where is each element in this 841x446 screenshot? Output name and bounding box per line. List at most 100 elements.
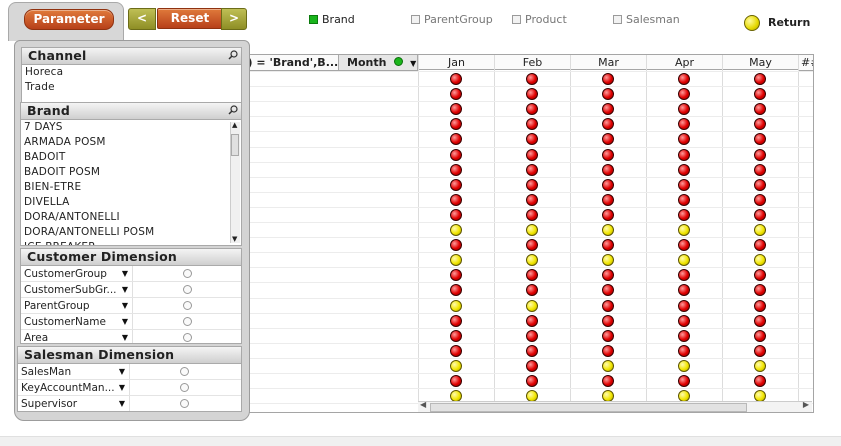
red-status-icon bbox=[754, 133, 766, 145]
dimension-dropdown[interactable]: Supervisor ▼ bbox=[18, 396, 130, 411]
red-status-icon bbox=[526, 149, 538, 161]
list-item[interactable]: BADOIT POSM bbox=[21, 165, 241, 180]
list-item[interactable]: BIEN-ETRE bbox=[21, 180, 241, 195]
red-status-icon bbox=[450, 103, 462, 115]
red-status-icon bbox=[754, 300, 766, 312]
prev-button[interactable]: < bbox=[128, 8, 156, 30]
dimension-dropdown[interactable]: Area ▼ bbox=[21, 330, 133, 343]
list-item[interactable]: BADOIT bbox=[21, 150, 241, 165]
dimension-dropdown[interactable]: SalesMan ▼ bbox=[18, 364, 130, 379]
chevron-down-icon[interactable]: ▼ bbox=[122, 317, 128, 326]
month-header-4[interactable]: May bbox=[722, 55, 798, 70]
month-header-0[interactable]: Jan bbox=[418, 55, 494, 70]
list-item[interactable]: DORA/ANTONELLI POSM bbox=[21, 225, 241, 240]
scroll-up-icon[interactable]: ▲ bbox=[232, 121, 237, 129]
list-item[interactable]: ARMADA POSM bbox=[21, 135, 241, 150]
row-divider bbox=[238, 207, 813, 208]
parameter-button[interactable]: Parameter bbox=[24, 9, 114, 30]
brand-title: Brand bbox=[21, 103, 241, 120]
red-status-icon bbox=[602, 375, 614, 387]
dimension-dropdown[interactable]: ParentGroup ▼ bbox=[21, 298, 133, 313]
dimension-row: CustomerGroup ▼ bbox=[21, 266, 241, 282]
list-item[interactable]: DORA/ANTONELLI bbox=[21, 210, 241, 225]
red-status-icon bbox=[602, 133, 614, 145]
radio-button[interactable] bbox=[183, 301, 192, 310]
list-item[interactable]: ICE BREAKER bbox=[21, 240, 241, 245]
radio-button[interactable] bbox=[180, 383, 189, 392]
month-header-3[interactable]: Apr bbox=[646, 55, 722, 70]
list-item[interactable]: 7 DAYS bbox=[21, 120, 241, 135]
radio-button[interactable] bbox=[183, 333, 192, 342]
expression-header: o) = 'Brand',B... bbox=[240, 56, 339, 69]
red-status-icon bbox=[678, 239, 690, 251]
red-status-icon bbox=[450, 88, 462, 100]
red-status-icon bbox=[450, 345, 462, 357]
legend-label: Product bbox=[525, 13, 567, 26]
scrollbar-thumb[interactable] bbox=[231, 134, 239, 156]
red-status-icon bbox=[678, 330, 690, 342]
red-status-icon bbox=[678, 149, 690, 161]
chevron-down-icon[interactable]: ▼ bbox=[119, 367, 125, 376]
month-header-2[interactable]: Mar bbox=[570, 55, 646, 70]
reset-button[interactable]: Reset bbox=[157, 8, 223, 29]
channel-title: Channel bbox=[22, 48, 241, 65]
red-status-icon bbox=[602, 345, 614, 357]
list-item[interactable]: Trade bbox=[22, 80, 241, 95]
dimension-dropdown[interactable]: CustomerGroup ▼ bbox=[21, 266, 133, 281]
legend-product[interactable]: Product bbox=[512, 13, 567, 26]
red-status-icon bbox=[754, 149, 766, 161]
radio-button[interactable] bbox=[183, 317, 192, 326]
row-divider bbox=[238, 86, 813, 87]
dimension-dropdown[interactable]: CustomerName ▼ bbox=[21, 314, 133, 329]
dimension-dropdown[interactable]: CustomerSubGr... ▼ bbox=[21, 282, 133, 297]
legend-label: ParentGroup bbox=[424, 13, 493, 26]
dimension-label: CustomerGroup bbox=[24, 267, 107, 280]
red-status-icon bbox=[526, 118, 538, 130]
dimension-dropdown[interactable]: KeyAccountMan... ▼ bbox=[18, 380, 130, 395]
red-status-icon bbox=[602, 239, 614, 251]
red-status-icon bbox=[678, 209, 690, 221]
chevron-down-icon[interactable]: ▼ bbox=[122, 269, 128, 278]
row-divider bbox=[238, 237, 813, 238]
red-status-icon bbox=[754, 88, 766, 100]
search-icon[interactable] bbox=[228, 50, 238, 60]
scroll-left-icon[interactable]: ◀ bbox=[420, 400, 426, 409]
yellow-status-icon bbox=[602, 254, 614, 266]
chevron-down-icon[interactable]: ▼ bbox=[122, 301, 128, 310]
row-divider bbox=[238, 328, 813, 329]
month-dimension-header[interactable]: Month ▼ bbox=[338, 55, 418, 70]
red-status-icon bbox=[526, 164, 538, 176]
row-divider bbox=[238, 71, 813, 72]
chevron-down-icon[interactable]: ▼ bbox=[119, 399, 125, 408]
legend-brand[interactable]: Brand bbox=[309, 13, 355, 26]
row-divider bbox=[238, 252, 813, 253]
search-icon[interactable] bbox=[228, 105, 238, 115]
scroll-right-icon[interactable]: ▶ bbox=[803, 400, 809, 409]
yellow-status-icon bbox=[754, 224, 766, 236]
legend-salesman[interactable]: Salesman bbox=[613, 13, 680, 26]
chevron-down-icon[interactable]: ▼ bbox=[122, 285, 128, 294]
scrollbar-thumb[interactable] bbox=[430, 403, 747, 412]
row-divider bbox=[238, 282, 813, 283]
chevron-down-icon[interactable]: ▼ bbox=[119, 383, 125, 392]
list-item[interactable]: DIVELLA bbox=[21, 195, 241, 210]
radio-button[interactable] bbox=[180, 399, 189, 408]
radio-button[interactable] bbox=[183, 269, 192, 278]
radio-button[interactable] bbox=[180, 367, 189, 376]
row-divider bbox=[238, 147, 813, 148]
horizontal-scrollbar[interactable]: ◀ ▶ bbox=[418, 400, 812, 412]
next-button[interactable]: > bbox=[221, 8, 247, 30]
list-item[interactable]: Horeca bbox=[22, 65, 241, 80]
column-divider bbox=[722, 55, 723, 401]
legend-parentgroup[interactable]: ParentGroup bbox=[411, 13, 493, 26]
scroll-down-icon[interactable]: ▼ bbox=[232, 235, 237, 243]
red-status-icon bbox=[754, 375, 766, 387]
red-status-icon bbox=[450, 179, 462, 191]
brand-vertical-scrollbar[interactable]: ▲ ▼ bbox=[230, 121, 240, 243]
radio-button[interactable] bbox=[183, 285, 192, 294]
month-header-1[interactable]: Feb bbox=[494, 55, 570, 70]
chevron-down-icon[interactable]: ▼ bbox=[122, 333, 128, 342]
legend-label: Salesman bbox=[626, 13, 680, 26]
return-status-icon bbox=[744, 15, 760, 31]
chevron-down-icon[interactable]: ▼ bbox=[410, 59, 416, 68]
